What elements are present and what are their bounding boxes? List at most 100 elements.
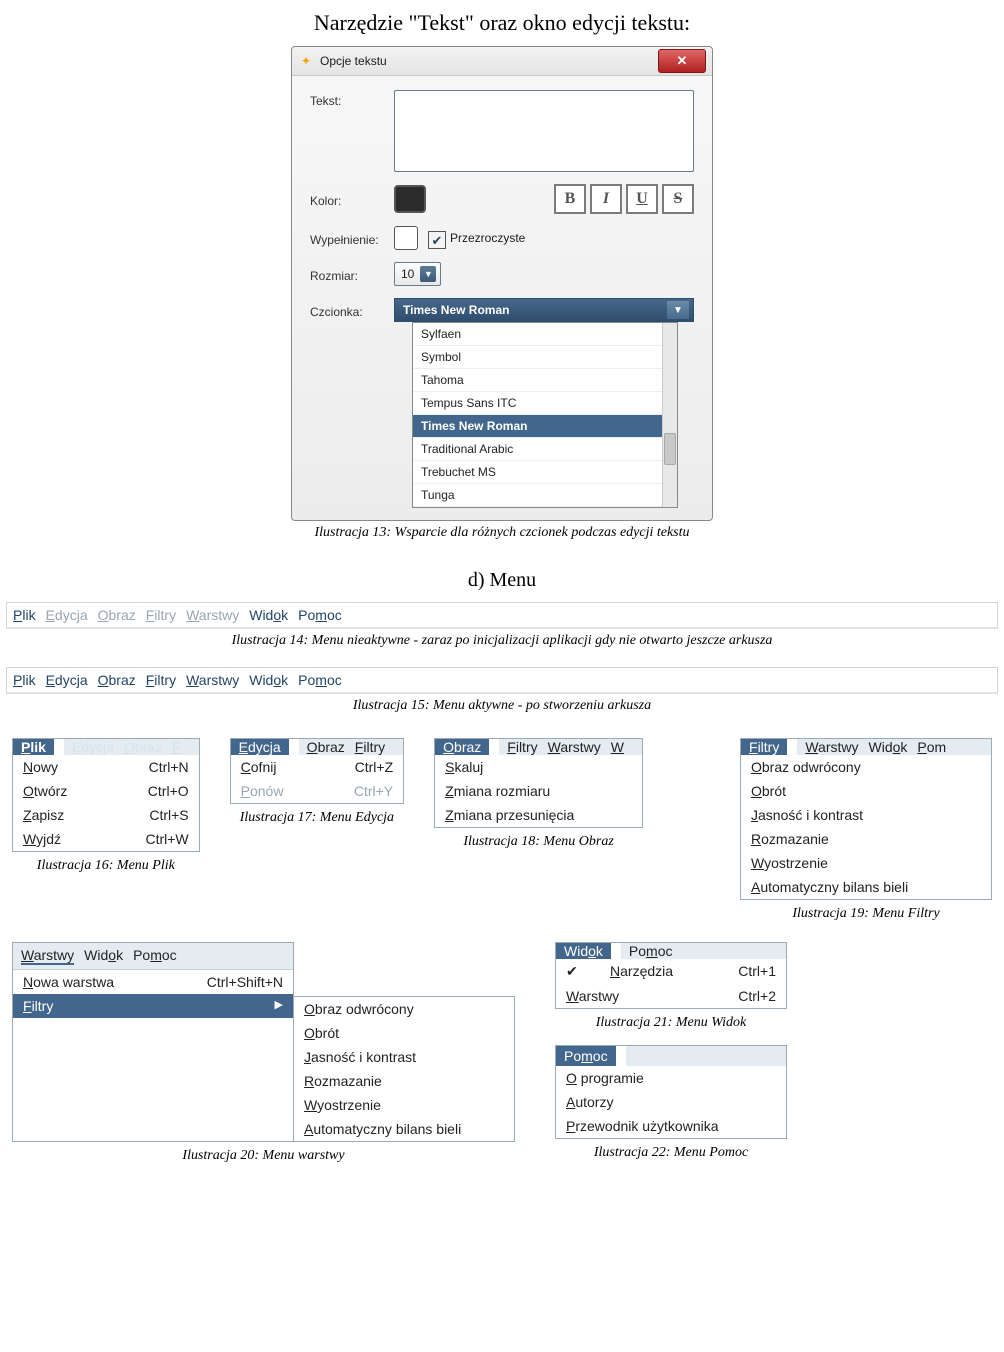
- font-option[interactable]: Tunga: [413, 484, 677, 507]
- caption-15: Ilustracja 15: Menu aktywne - po stworze…: [0, 698, 1004, 714]
- transparent-checkbox[interactable]: ✔: [428, 231, 446, 249]
- scrollbar[interactable]: [662, 323, 677, 507]
- font-option[interactable]: Sylfaen: [413, 323, 677, 346]
- menu-header-item[interactable]: Obraz: [443, 739, 481, 755]
- menubar-item[interactable]: Pomoc: [298, 607, 342, 623]
- menu-header-item[interactable]: Filtry: [507, 739, 537, 755]
- check-icon: ✔: [432, 234, 443, 247]
- menu-header-item[interactable]: F: [172, 739, 181, 755]
- menu-item[interactable]: Zmiana rozmiaru: [435, 779, 642, 803]
- font-option[interactable]: Trebuchet MS: [413, 461, 677, 484]
- menu-item[interactable]: Rozmazanie: [294, 1069, 514, 1093]
- color-swatch[interactable]: [394, 185, 426, 213]
- menubar-item: Filtry: [146, 607, 176, 623]
- menu-item[interactable]: Obrót: [741, 779, 991, 803]
- menu-item[interactable]: NowyCtrl+N: [13, 755, 199, 779]
- font-selected: Times New Roman: [403, 303, 509, 317]
- scroll-thumb[interactable]: [664, 433, 676, 465]
- caption-17: Ilustracja 17: Menu Edycja: [230, 810, 405, 826]
- menu-item[interactable]: Nowa warstwaCtrl+Shift+N: [13, 970, 293, 994]
- menu-item[interactable]: Zmiana przesunięcia: [435, 803, 642, 827]
- page-title: Narzędzie "Tekst" oraz okno edycji tekst…: [0, 10, 1004, 36]
- italic-button[interactable]: I: [590, 184, 622, 214]
- menu-item[interactable]: Automatyczny bilans bieli: [294, 1117, 514, 1141]
- font-option[interactable]: Traditional Arabic: [413, 438, 677, 461]
- menu-item[interactable]: WarstwyCtrl+2: [556, 984, 786, 1008]
- text-options-dialog: ✦ Opcje tekstu ✕ Tekst: Kolor: B I U S: [291, 46, 713, 521]
- menu-item[interactable]: Autorzy: [556, 1090, 786, 1114]
- menu-header-item[interactable]: W: [611, 739, 624, 755]
- font-select[interactable]: Times New Roman ▼: [394, 298, 694, 322]
- menu-warstwy: Warstwy Widok Pomoc Nowa warstwaCtrl+Shift…: [12, 942, 515, 1164]
- font-option[interactable]: Times New Roman: [413, 415, 677, 438]
- strike-button[interactable]: S: [662, 184, 694, 214]
- menubar-item[interactable]: Widok: [249, 607, 288, 623]
- menu-item[interactable]: ✔NarzędziaCtrl+1: [556, 959, 786, 984]
- menu-item[interactable]: Jasność i kontrast: [294, 1045, 514, 1069]
- menu-header-item[interactable]: Edycja: [72, 739, 114, 755]
- menu-header-item[interactable]: Filtry: [749, 739, 779, 755]
- menu-item[interactable]: O programie: [556, 1066, 786, 1090]
- menu-header-item[interactable]: Warstwy: [805, 739, 858, 755]
- menu-item[interactable]: Obrót: [294, 1021, 514, 1045]
- dialog-titlebar[interactable]: ✦ Opcje tekstu ✕: [292, 47, 712, 76]
- menu-item[interactable]: ZapiszCtrl+S: [13, 803, 199, 827]
- close-button[interactable]: ✕: [658, 49, 706, 73]
- menu-item[interactable]: Automatyczny bilans bieli: [741, 875, 991, 899]
- menubar-item[interactable]: Filtry: [146, 672, 176, 688]
- menubar-item: Edycja: [46, 607, 88, 623]
- menu-item[interactable]: CofnijCtrl+Z: [231, 755, 404, 779]
- menu-header-item[interactable]: Plik: [21, 739, 46, 755]
- bold-button[interactable]: B: [554, 184, 586, 214]
- menu-header-item[interactable]: Widok: [564, 943, 603, 959]
- menu-item[interactable]: Rozmazanie: [741, 827, 991, 851]
- menubar-item[interactable]: Pomoc: [298, 672, 342, 688]
- font-option[interactable]: Symbol: [413, 346, 677, 369]
- menu-item[interactable]: OtwórzCtrl+O: [13, 779, 199, 803]
- caption-22: Ilustracja 22: Menu Pomoc: [555, 1145, 787, 1161]
- menu-header-item[interactable]: Pomoc: [629, 943, 673, 959]
- underline-button[interactable]: U: [626, 184, 658, 214]
- menu-header-item[interactable]: Pom: [917, 739, 946, 755]
- size-select[interactable]: 10 ▼: [394, 262, 441, 286]
- caption-21: Ilustracja 21: Menu Widok: [555, 1015, 787, 1031]
- menubar-item[interactable]: Plik: [13, 607, 36, 623]
- menubar-item[interactable]: Plik: [13, 672, 36, 688]
- menu-item[interactable]: Skaluj: [435, 755, 642, 779]
- caption-20: Ilustracja 20: Menu warstwy: [12, 1148, 515, 1164]
- menu-obraz: Obraz Filtry Warstwy W SkalujZmiana rozmiar…: [434, 738, 643, 850]
- menubar-item[interactable]: Edycja: [46, 672, 88, 688]
- text-input[interactable]: [394, 90, 694, 172]
- menu-item[interactable]: Jasność i kontrast: [741, 803, 991, 827]
- chevron-down-icon: ▼: [667, 301, 689, 319]
- menubar-item[interactable]: Warstwy: [186, 672, 239, 688]
- menu-header-item[interactable]: Obraz: [124, 739, 162, 755]
- menu-header-item[interactable]: Warstwy: [548, 739, 601, 755]
- menu-header-item[interactable]: Obraz: [307, 739, 345, 755]
- menu-header-item[interactable]: Warstwy: [21, 947, 74, 965]
- menu-header-item[interactable]: Filtry: [355, 739, 385, 755]
- font-option[interactable]: Tempus Sans ITC: [413, 392, 677, 415]
- menu-item[interactable]: Wyostrzenie: [741, 851, 991, 875]
- font-dropdown[interactable]: SylfaenSymbolTahomaTempus Sans ITCTimes …: [412, 322, 678, 508]
- fill-swatch[interactable]: [394, 226, 418, 250]
- label-text: Tekst:: [310, 90, 394, 108]
- menu-item[interactable]: Obraz odwrócony: [741, 755, 991, 779]
- menu-header-item[interactable]: Pomoc: [564, 1048, 608, 1064]
- menu-header-item[interactable]: Pomoc: [133, 947, 177, 965]
- menu-item[interactable]: Przewodnik użytkownika: [556, 1114, 786, 1138]
- menubar-item[interactable]: Obraz: [98, 672, 136, 688]
- menu-plik: Plik Edycja Obraz F NowyCtrl+NOtwórzCtrl+OZ…: [12, 738, 200, 874]
- menu-item[interactable]: Wyostrzenie: [294, 1093, 514, 1117]
- menu-item[interactable]: Obraz odwrócony: [294, 997, 514, 1021]
- label-fill: Wypełnienie:: [310, 229, 394, 247]
- menu-item: PonówCtrl+Y: [231, 779, 404, 803]
- menu-widok: Widok Pomoc ✔NarzędziaCtrl+1WarstwyCtrl+2…: [555, 942, 787, 1031]
- menu-header-item[interactable]: Widok: [869, 739, 908, 755]
- font-option[interactable]: Tahoma: [413, 369, 677, 392]
- menubar-item[interactable]: Widok: [249, 672, 288, 688]
- menu-header-item[interactable]: Widok: [84, 947, 123, 965]
- menu-item[interactable]: Filtry▶: [13, 994, 293, 1018]
- menu-header-item[interactable]: Edycja: [239, 739, 281, 755]
- menu-item[interactable]: WyjdźCtrl+W: [13, 827, 199, 851]
